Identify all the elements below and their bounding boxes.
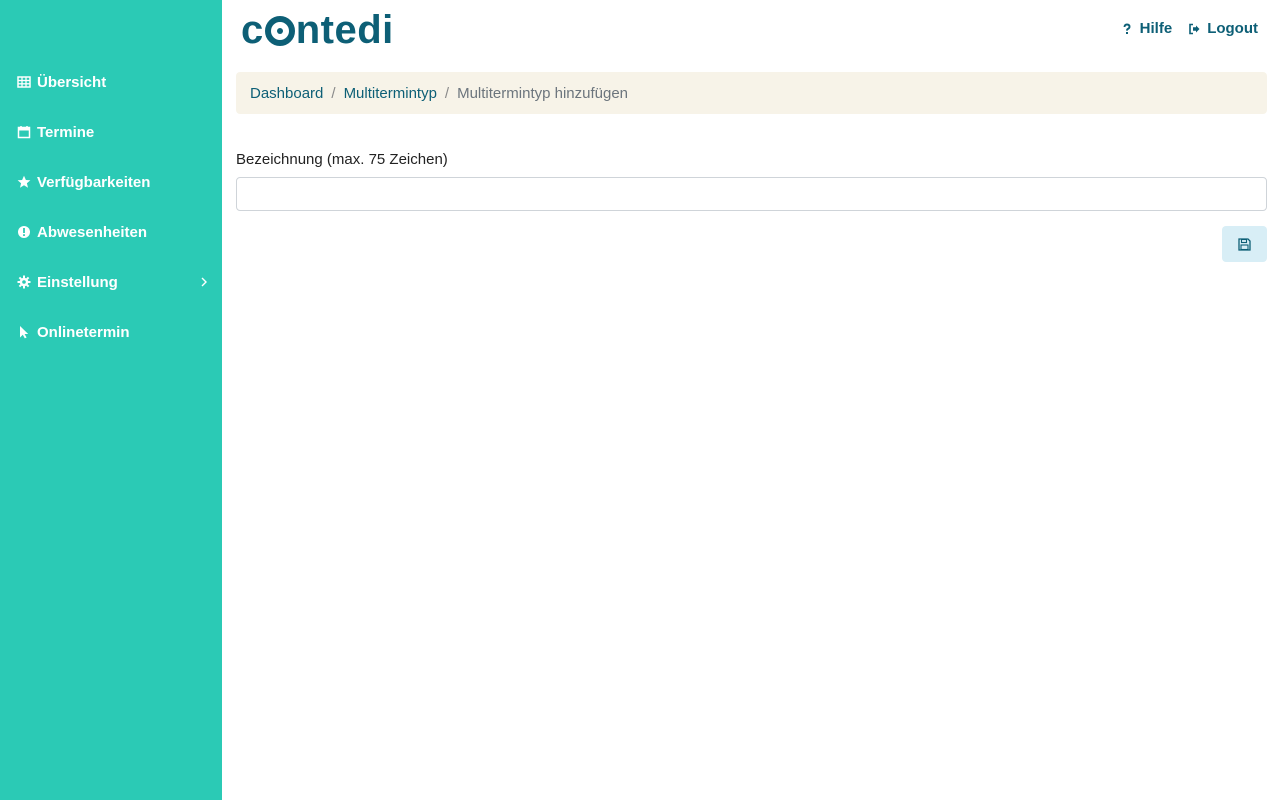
top-links: Hilfe Logout [1121,20,1258,37]
help-link[interactable]: Hilfe [1121,20,1173,37]
question-icon [1121,23,1133,35]
sidebar-item-label: Abwesenheiten [37,223,148,241]
logout-link[interactable]: Logout [1188,20,1258,37]
sidebar-nav: Übersicht Termine Verfügbarkeiten Abwese… [0,0,222,357]
sidebar-item-termine[interactable]: Termine [0,107,222,157]
breadcrumb-separator: / [444,84,450,102]
sidebar-item-label: Übersicht [37,73,107,91]
sidebar-item-label: Einstellung [37,273,118,291]
floppy-disk-icon [1238,237,1251,251]
sidebar-item-uebersicht[interactable]: Übersicht [0,57,222,107]
sidebar-item-verfuegbarkeiten[interactable]: Verfügbarkeiten [0,157,222,207]
sidebar-item-onlinetermin[interactable]: Onlinetermin [0,307,222,357]
breadcrumb-current: Multitermintyp hinzufügen [457,84,629,102]
sidebar-item-label: Onlinetermin [37,323,130,341]
star-icon [17,175,31,189]
sign-out-icon [1188,23,1200,35]
logo-eye-icon [264,16,295,46]
topbar: c ntedi Hilfe Logout [222,0,1280,60]
breadcrumb-multitermintyp[interactable]: Multitermintyp [344,85,437,102]
table-icon [17,75,31,89]
sidebar-item-label: Verfügbarkeiten [37,173,151,191]
logout-label: Logout [1207,20,1258,37]
pointer-icon [17,325,31,339]
name-field-label: Bezeichnung (max. 75 Zeichen) [236,151,448,168]
breadcrumb-dashboard[interactable]: Dashboard [250,85,323,102]
chevron-right-icon [201,277,207,287]
breadcrumb: Dashboard / Multitermintyp / Multitermin… [236,72,1267,114]
sidebar: Übersicht Termine Verfügbarkeiten Abwese… [0,0,222,800]
calendar-icon [17,125,31,139]
sidebar-item-abwesenheiten[interactable]: Abwesenheiten [0,207,222,257]
name-input[interactable] [236,177,1267,211]
sidebar-item-einstellung[interactable]: Einstellung [0,257,222,307]
gear-icon [17,275,31,289]
save-button[interactable] [1222,226,1267,262]
exclamation-circle-icon [17,225,31,239]
sidebar-item-label: Termine [37,123,95,141]
help-label: Hilfe [1139,20,1173,37]
logo-text: c ntedi [241,8,394,52]
breadcrumb-separator: / [331,84,336,102]
contedi-logo[interactable]: c ntedi [241,8,394,52]
